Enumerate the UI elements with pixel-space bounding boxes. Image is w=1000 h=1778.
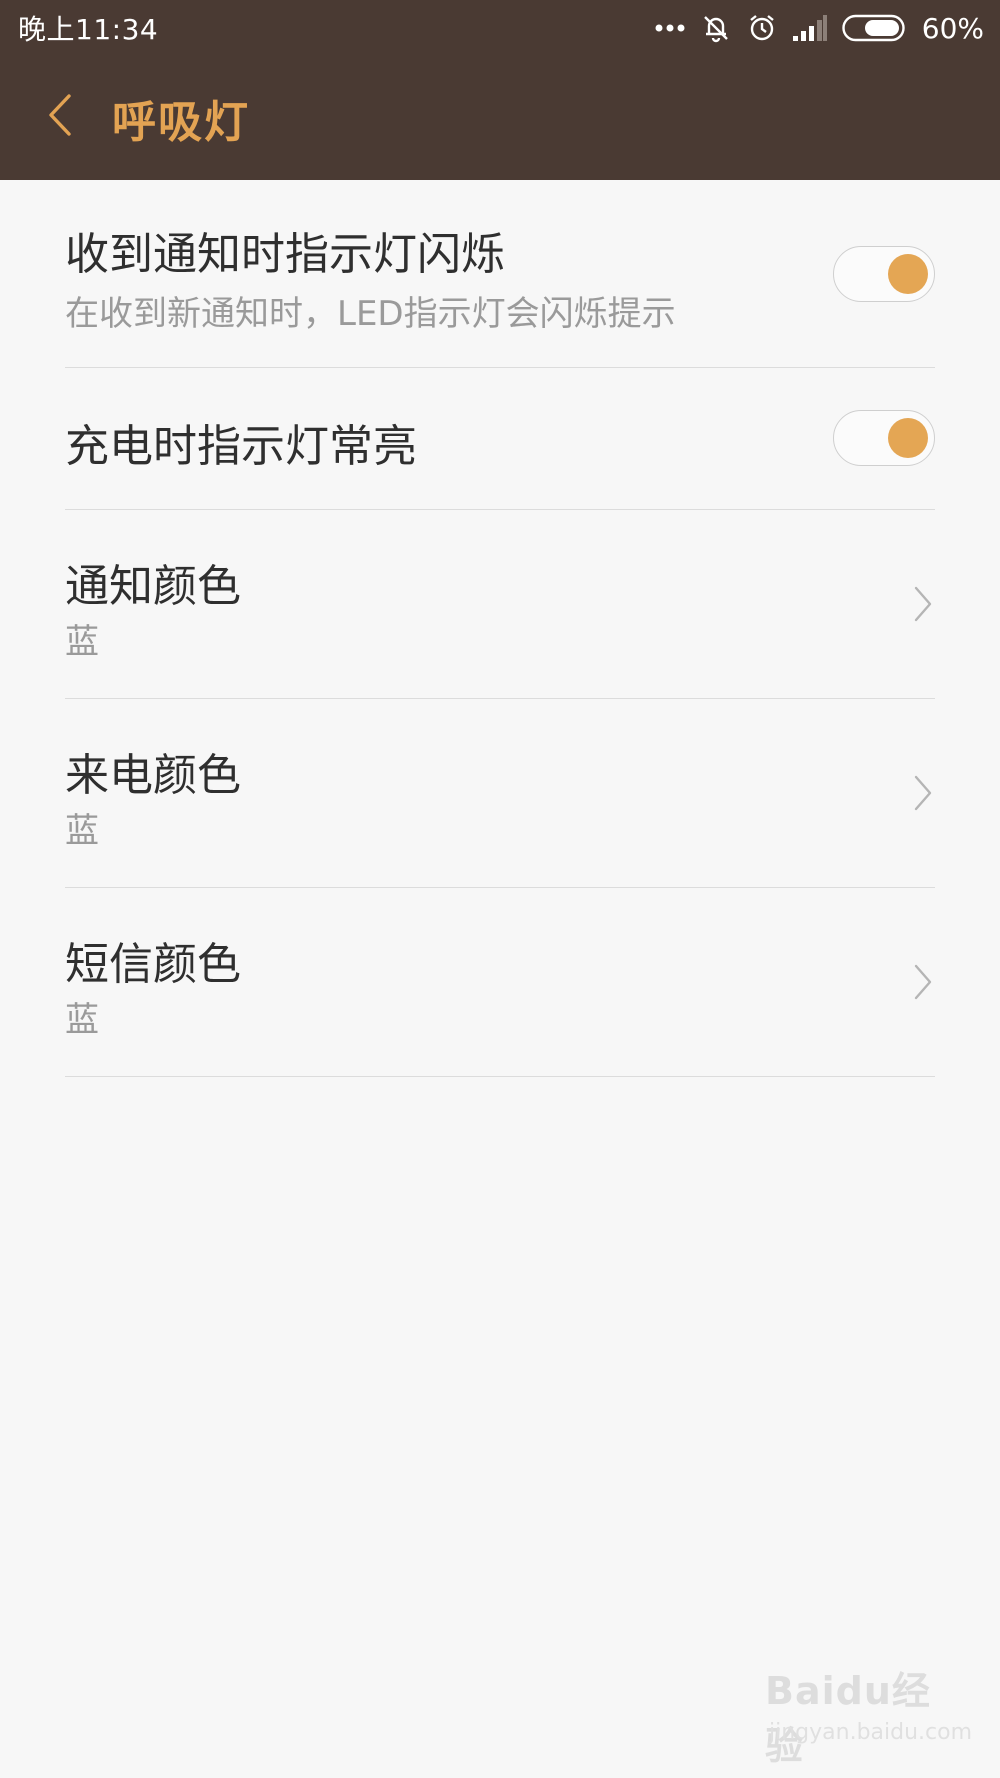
more-dots-icon — [654, 23, 686, 33]
toggle-knob — [888, 418, 928, 458]
status-bar: 晚上11:34 60% — [0, 0, 1000, 56]
status-icons: 60% — [654, 12, 984, 45]
setting-call-color[interactable]: 来电颜色 蓝 — [65, 699, 935, 888]
screen: 晚上11:34 60% 呼吸灯 收到通知时指示灯闪烁 在收到新通知时，LED指示… — [0, 0, 1000, 1778]
status-time: 晚上11:34 — [18, 13, 159, 46]
back-button[interactable] — [38, 92, 82, 142]
page-title: 呼吸灯 — [112, 97, 250, 148]
setting-value: 蓝 — [65, 811, 99, 851]
setting-title: 短信颜色 — [65, 939, 241, 990]
settings-list: 收到通知时指示灯闪烁 在收到新通知时，LED指示灯会闪烁提示 充电时指示灯常亮 … — [65, 180, 935, 1077]
setting-title: 充电时指示灯常亮 — [65, 421, 417, 472]
baidu-watermark: Baidu经验 jingyan.baidu.com — [765, 1660, 972, 1768]
chevron-right-icon — [911, 584, 935, 624]
signal-icon — [792, 14, 828, 42]
setting-value: 蓝 — [65, 622, 99, 662]
watermark-logo: Baidu经验 — [765, 1669, 931, 1768]
setting-charging-light[interactable]: 充电时指示灯常亮 — [65, 368, 935, 510]
charging-light-toggle[interactable] — [833, 410, 935, 466]
setting-notification-color[interactable]: 通知颜色 蓝 — [65, 510, 935, 699]
setting-value: 蓝 — [65, 1000, 99, 1040]
chevron-right-icon — [911, 962, 935, 1002]
setting-subtitle: 在收到新通知时，LED指示灯会闪烁提示 — [65, 294, 676, 334]
setting-sms-color[interactable]: 短信颜色 蓝 — [65, 888, 935, 1077]
battery-percent: 60% — [921, 11, 984, 45]
watermark-url: jingyan.baidu.com — [769, 1720, 973, 1745]
app-header: 呼吸灯 — [0, 56, 1000, 180]
toggle-knob — [888, 254, 928, 294]
setting-notification-blink[interactable]: 收到通知时指示灯闪烁 在收到新通知时，LED指示灯会闪烁提示 — [65, 180, 935, 368]
setting-title: 收到通知时指示灯闪烁 — [65, 229, 505, 280]
setting-title: 通知颜色 — [65, 561, 241, 612]
chevron-right-icon — [911, 773, 935, 813]
battery-icon — [842, 14, 908, 42]
alarm-icon — [746, 12, 778, 44]
chevron-left-icon — [45, 92, 75, 142]
setting-title: 来电颜色 — [65, 750, 241, 801]
notifications-muted-icon — [700, 12, 732, 44]
notification-blink-toggle[interactable] — [833, 246, 935, 302]
